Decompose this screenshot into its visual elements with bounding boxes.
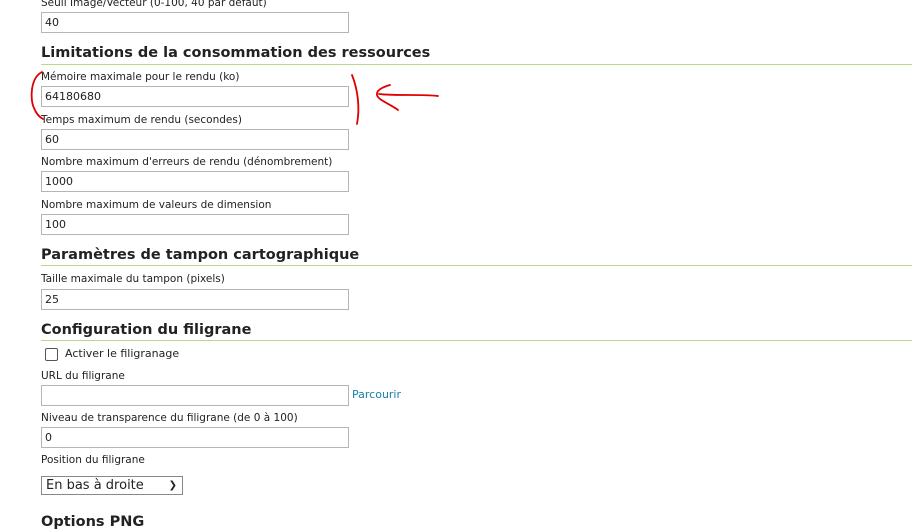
- watermark-url-label: URL du filigrane: [41, 370, 125, 382]
- watermark-position-label: Position du filigrane: [41, 454, 145, 466]
- enable-watermark-checkbox[interactable]: [45, 348, 58, 361]
- section-divider: [41, 64, 912, 65]
- max-memory-label: Mémoire maximale pour le rendu (ko): [41, 71, 240, 83]
- max-time-input[interactable]: [41, 129, 349, 150]
- max-errors-input[interactable]: [41, 171, 349, 192]
- resources-heading: Limitations de la consommation des resso…: [41, 45, 431, 61]
- watermark-heading: Configuration du filigrane: [41, 322, 252, 338]
- max-errors-label: Nombre maximum d'erreurs de rendu (dénom…: [41, 156, 333, 168]
- image-vector-threshold-input[interactable]: [41, 12, 349, 33]
- section-divider: [41, 265, 912, 266]
- section-divider: [41, 340, 912, 341]
- annotation-arrow-icon: [376, 84, 439, 111]
- max-dimension-input[interactable]: [41, 214, 349, 235]
- watermark-transparency-input[interactable]: [41, 427, 349, 448]
- png-options-heading: Options PNG: [41, 514, 145, 530]
- max-time-label: Temps maximum de rendu (secondes): [41, 114, 242, 126]
- watermark-position-value: En bas à droite: [46, 478, 144, 493]
- image-vector-threshold-label: Seuil Image/Vecteur (0-100, 40 par défau…: [41, 0, 267, 9]
- chevron-down-icon: ❯: [168, 480, 177, 491]
- watermark-position-select[interactable]: En bas à droite ❯: [41, 476, 183, 495]
- buffer-size-input[interactable]: [41, 289, 349, 310]
- browse-link[interactable]: Parcourir: [352, 388, 401, 401]
- watermark-url-input[interactable]: [41, 385, 349, 406]
- watermark-transparency-label: Niveau de transparence du filigrane (de …: [41, 412, 298, 424]
- buffer-size-label: Taille maximale du tampon (pixels): [41, 273, 225, 285]
- enable-watermark-label: Activer le filigranage: [65, 347, 180, 360]
- max-memory-input[interactable]: [41, 86, 349, 107]
- buffer-heading: Paramètres de tampon cartographique: [41, 247, 360, 263]
- max-dimension-label: Nombre maximum de valeurs de dimension: [41, 199, 272, 211]
- annotation-right-bracket: [351, 74, 360, 125]
